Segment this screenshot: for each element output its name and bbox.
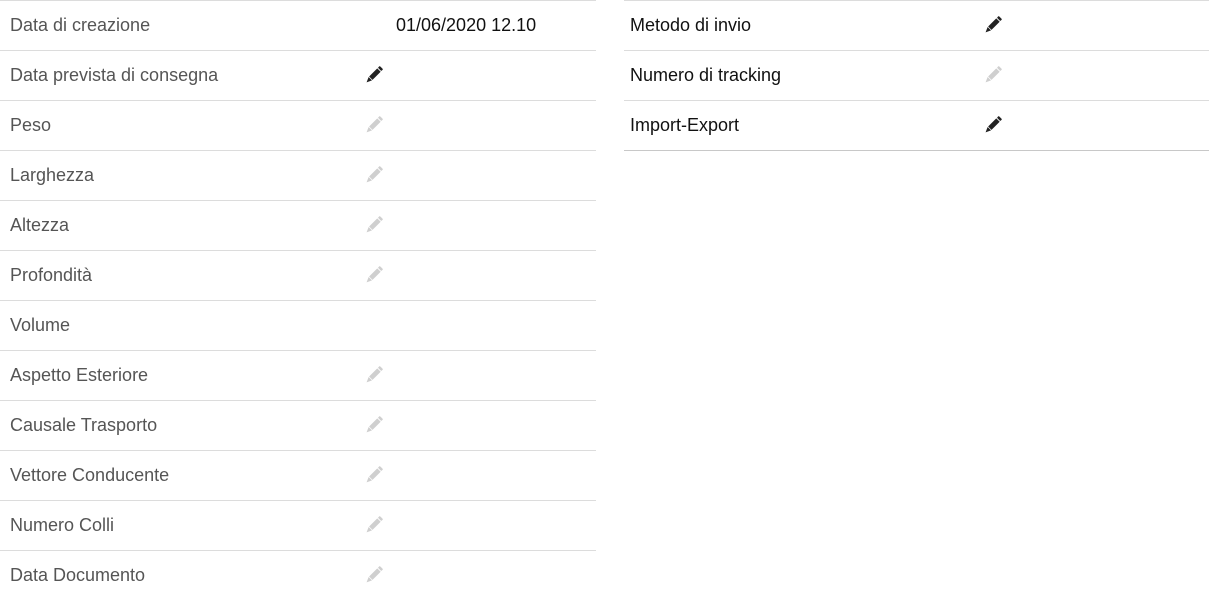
field-label: Larghezza [10,165,95,185]
pencil-icon[interactable] [364,365,384,385]
field-label: Altezza [10,215,70,235]
field-label: Numero Colli [10,515,115,535]
field-label: Vettore Conducente [10,465,170,485]
field-label: Profondità [10,265,93,285]
pencil-icon[interactable] [364,465,384,485]
shipment-details-left-panel: Data di creazione 01/06/2020 12.10 Data … [0,0,596,600]
row-import-export: Import-Export [624,100,1209,151]
row-numero-di-tracking: Numero di tracking [624,50,1209,100]
field-label: Peso [10,115,52,135]
field-label: Metodo di invio [630,15,752,35]
row-metodo-di-invio: Metodo di invio [624,0,1209,50]
field-label: Numero di tracking [630,65,782,85]
pencil-icon[interactable] [983,65,1003,85]
field-label: Data prevista di consegna [10,65,219,85]
row-numero-colli: Numero Colli [0,500,596,550]
field-label: Aspetto Esteriore [10,365,149,385]
pencil-icon[interactable] [364,165,384,185]
row-altezza: Altezza [0,200,596,250]
pencil-icon[interactable] [364,415,384,435]
row-data-prevista-di-consegna: Data prevista di consegna [0,50,596,100]
field-label: Data Documento [10,565,146,585]
row-data-documento: Data Documento [0,550,596,600]
field-label: Causale Trasporto [10,415,158,435]
row-profondita: Profondità [0,250,596,300]
pencil-icon[interactable] [983,15,1003,35]
row-volume: Volume [0,300,596,350]
row-data-di-creazione: Data di creazione 01/06/2020 12.10 [0,0,596,50]
row-larghezza: Larghezza [0,150,596,200]
pencil-icon[interactable] [983,115,1003,135]
row-aspetto-esteriore: Aspetto Esteriore [0,350,596,400]
pencil-icon[interactable] [364,65,384,85]
field-value: 01/06/2020 12.10 [396,15,537,35]
field-label: Volume [10,315,71,335]
pencil-icon[interactable] [364,265,384,285]
pencil-icon[interactable] [364,115,384,135]
row-causale-trasporto: Causale Trasporto [0,400,596,450]
pencil-icon[interactable] [364,515,384,535]
field-label: Data di creazione [10,15,151,35]
pencil-icon[interactable] [364,565,384,585]
row-peso: Peso [0,100,596,150]
shipment-details-right-panel: Metodo di invio Numero di tracking Impor… [624,0,1209,151]
field-label: Import-Export [630,115,740,135]
row-vettore-conducente: Vettore Conducente [0,450,596,500]
pencil-icon[interactable] [364,215,384,235]
